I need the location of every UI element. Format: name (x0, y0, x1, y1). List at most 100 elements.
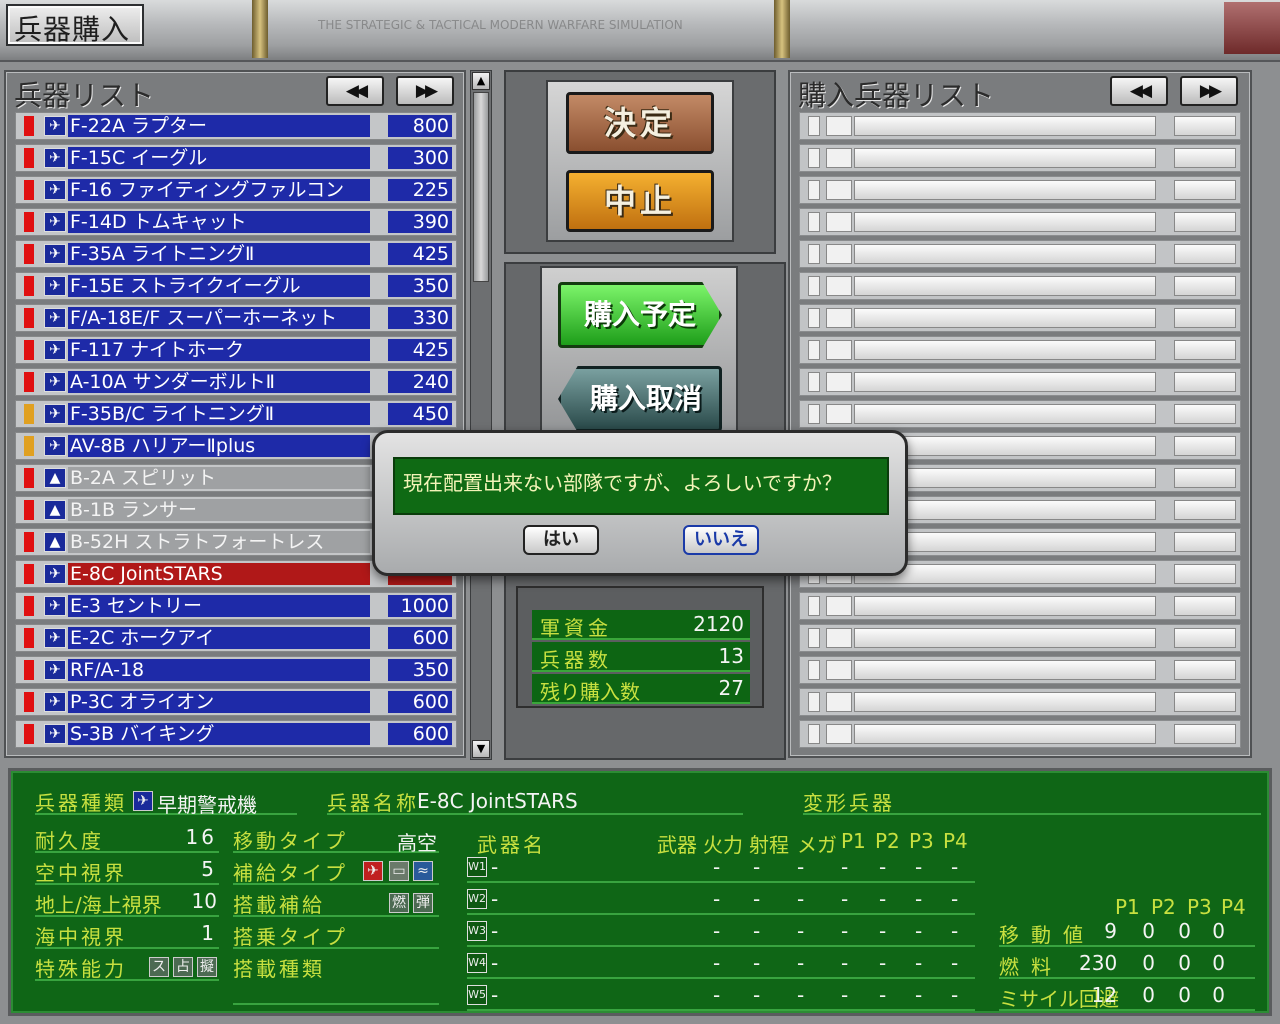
weapon-price: 600 (388, 691, 452, 713)
weapon-list-item[interactable]: ✈ F-14D トムキャット 390 (15, 208, 457, 236)
purchase-list-slot[interactable] (799, 336, 1241, 364)
special-ability-icon: 占 (173, 957, 193, 977)
purchase-list-slot[interactable] (799, 304, 1241, 332)
weapon-list-item[interactable]: ✈ F/A-18E/F スーパーホーネット 330 (15, 304, 457, 332)
purchase-list-slot[interactable] (799, 720, 1241, 748)
weapon-slot-name: - (491, 983, 499, 1007)
weapon-list-next-button[interactable]: ▶▶ (396, 76, 454, 106)
weapon-list-title: 兵器リスト (14, 79, 155, 112)
cancel-button[interactable]: 中止 (566, 170, 714, 232)
performance-value: 0 (1212, 919, 1225, 943)
purchase-list-prev-button[interactable]: ◀◀ (1110, 76, 1168, 106)
weapon-slot-value: - (951, 951, 959, 975)
purchase-list-slot[interactable] (799, 208, 1241, 236)
weapon-name-value: E-8C JointSTARS (417, 789, 578, 813)
slot-cell (826, 692, 852, 712)
slot-cell (808, 148, 820, 168)
slot-cell (854, 244, 1156, 264)
weapon-slot-value: - (879, 919, 887, 943)
weapon-slot-value: - (841, 855, 849, 879)
weapon-slot-name: - (491, 951, 499, 975)
slot-cell (854, 308, 1156, 328)
weapon-list-item[interactable]: ✈ F-35A ライトニングⅡ 425 (15, 240, 457, 268)
aircraft-icon: ▲ (44, 468, 66, 488)
purchase-list-slot[interactable] (799, 176, 1241, 204)
slot-cell (826, 308, 852, 328)
ammo-supply-icon: 弾 (413, 893, 433, 913)
weapon-list-item[interactable]: ✈ F-117 ナイトホーク 425 (15, 336, 457, 364)
p4-col-header: P4 (943, 829, 968, 853)
purchase-list-slot[interactable] (799, 112, 1241, 140)
purchase-list-slot[interactable] (799, 144, 1241, 172)
weapon-list-item[interactable]: ✈ E-3 セントリー 1000 (15, 592, 457, 620)
purchase-list-slot[interactable] (799, 400, 1241, 428)
dialog-yes-button[interactable]: はい (523, 525, 599, 555)
board-kind-field: 搭載種類 (233, 953, 439, 1005)
weapon-slot-value: - (841, 919, 849, 943)
availability-flag (24, 500, 34, 520)
availability-flag (24, 180, 34, 200)
weapon-list-item[interactable]: ✈ A-10A サンダーボルトⅡ 240 (15, 368, 457, 396)
weapon-price: 350 (388, 659, 452, 681)
aircraft-icon: ✈ (44, 340, 66, 360)
purchase-list-slot[interactable] (799, 368, 1241, 396)
aircraft-icon: ✈ (44, 692, 66, 712)
purchase-list-slot[interactable] (799, 592, 1241, 620)
weapon-name: S-3B バイキング (68, 723, 370, 745)
weapon-price: 1000 (388, 595, 452, 617)
weapon-slot-value: - (879, 887, 887, 911)
weapon-price: 390 (388, 211, 452, 233)
purchase-list-slot[interactable] (799, 240, 1241, 268)
purchase-list-slot[interactable] (799, 656, 1241, 684)
header-subtitle: THE STRATEGIC & TACTICAL MODERN WARFARE … (318, 18, 683, 32)
weapon-name: B-1B ランサー (68, 499, 370, 521)
purchase-list-slot[interactable] (799, 624, 1241, 652)
aircraft-icon: ✈ (133, 791, 153, 811)
transform-weapon-field: 変形兵器 (803, 787, 1261, 815)
weapon-list-item[interactable]: ✈ F-15E ストライクイーグル 350 (15, 272, 457, 300)
weapon-list-item[interactable]: ✈ F-16 ファイティングファルコン 225 (15, 176, 457, 204)
slot-cell (808, 628, 820, 648)
weapon-count-label: 兵器数 (540, 648, 612, 672)
slot-cell (808, 212, 820, 232)
slot-cell (1174, 564, 1236, 584)
perf-p2-header: P2 (1151, 895, 1176, 919)
slot-cell (808, 724, 820, 744)
cancel-purchase-button[interactable]: 購入取消 (558, 366, 722, 432)
slot-cell (1174, 212, 1236, 232)
weapon-list-item[interactable]: ✈ E-2C ホークアイ 600 (15, 624, 457, 652)
purchase-list-slot[interactable] (799, 688, 1241, 716)
weapon-list-item[interactable]: ✈ F-15C イーグル 300 (15, 144, 457, 172)
weapon-list-item[interactable]: ✈ F-35B/C ライトニングⅡ 450 (15, 400, 457, 428)
weapon-slot-value: - (951, 855, 959, 879)
funds-value: 2120 (693, 612, 744, 636)
scroll-up-arrow-icon[interactable]: ▲ (472, 72, 490, 90)
weapon-list-prev-button[interactable]: ◀◀ (326, 76, 384, 106)
scroll-down-arrow-icon[interactable]: ▼ (472, 740, 490, 758)
weapon-name: AV-8B ハリアーⅡplus (68, 435, 370, 457)
header-ornament (774, 0, 790, 58)
availability-flag (24, 116, 34, 136)
slot-cell (808, 340, 820, 360)
stat-label: 特殊能力 (35, 957, 127, 981)
slot-cell (854, 372, 1156, 392)
weapon-list-item[interactable]: ✈ P-3C オライオン 600 (15, 688, 457, 716)
confirm-button[interactable]: 決定 (566, 92, 714, 154)
availability-flag (24, 692, 34, 712)
purchase-list-next-button[interactable]: ▶▶ (1180, 76, 1238, 106)
dialog-no-button[interactable]: いいえ (683, 525, 759, 555)
slot-cell (826, 116, 852, 136)
scrollbar-thumb[interactable] (473, 92, 489, 282)
weapon-list-item[interactable]: ✈ S-3B バイキング 600 (15, 720, 457, 748)
weapon-slot-icon: W5 (467, 985, 487, 1005)
weapon-slot-value: - (713, 919, 721, 943)
remaining-value: 27 (718, 676, 744, 700)
purchase-list-slot[interactable] (799, 272, 1241, 300)
aircraft-icon: ✈ (44, 596, 66, 616)
weapon-list-item[interactable]: ✈ RF/A-18 350 (15, 656, 457, 684)
weapon-list-item[interactable]: ✈ F-22A ラプター 800 (15, 112, 457, 140)
weapon-slot-value: - (713, 983, 721, 1007)
performance-value: 0 (1212, 983, 1225, 1007)
slot-cell (808, 276, 820, 296)
reserve-purchase-button[interactable]: 購入予定 (558, 282, 722, 348)
